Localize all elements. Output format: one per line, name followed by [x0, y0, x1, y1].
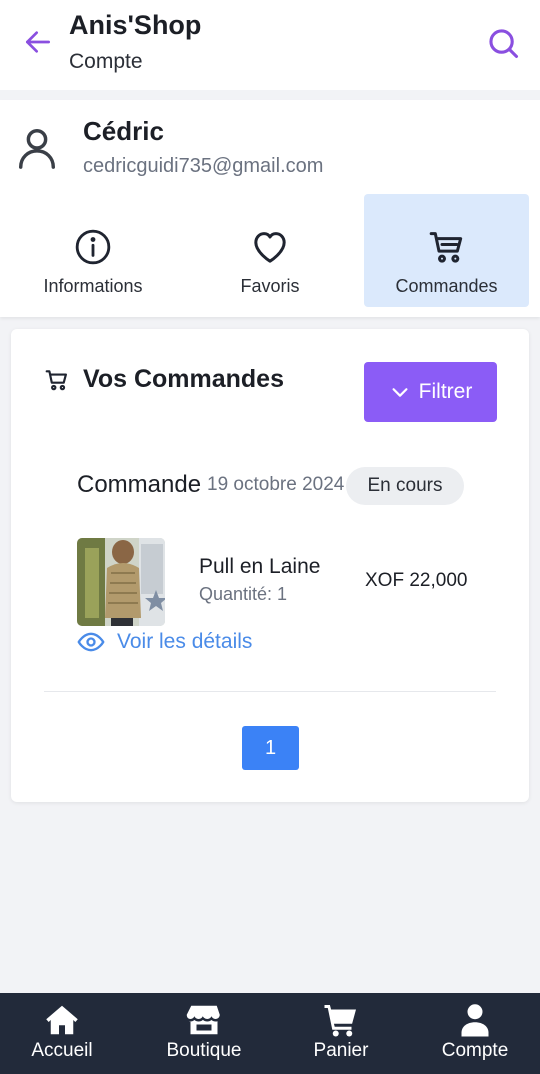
eye-icon — [77, 632, 105, 652]
home-icon — [46, 1005, 78, 1035]
tab-favoris[interactable]: Favoris — [186, 194, 354, 307]
user-icon — [18, 129, 56, 169]
view-details-link[interactable]: Voir les détails — [77, 628, 252, 656]
divider — [44, 691, 496, 692]
nav-item-panier[interactable]: Panier — [291, 993, 391, 1074]
orders-heading: Vos Commandes — [83, 365, 284, 393]
product-name: Pull en Laine — [199, 555, 321, 578]
product-quantity: Quantité: 1 — [199, 584, 288, 604]
search-icon[interactable] — [486, 26, 520, 60]
nav-item-boutique[interactable]: Boutique — [154, 993, 254, 1074]
filter-button[interactable]: Filtrer — [364, 362, 497, 422]
status-badge: En cours — [346, 467, 464, 505]
arrow-left-icon[interactable] — [22, 26, 54, 58]
store-icon — [186, 1005, 220, 1035]
chevron-down-icon — [392, 388, 408, 397]
bottom-navigation: Accueil Boutique Panier Compte — [0, 993, 540, 1074]
view-details-label: Voir les détails — [117, 630, 253, 653]
heart-icon — [254, 232, 286, 263]
tab-label: Favoris — [240, 276, 300, 296]
order-date: 19 octobre 2024 — [207, 474, 345, 495]
nav-label: Panier — [313, 1040, 369, 1061]
orders-card: Vos Commandes Filtrer Commande 19 octobr… — [11, 329, 529, 802]
tab-commandes[interactable]: Commandes — [364, 194, 529, 307]
page-subtitle: Compte — [69, 50, 143, 73]
profile-name: Cédric — [83, 116, 164, 146]
product-image[interactable] — [77, 538, 165, 626]
nav-item-accueil[interactable]: Accueil — [12, 993, 112, 1074]
product-price: XOF 22,000 — [365, 570, 468, 591]
account-tabs: Informations Favoris Commandes — [0, 194, 540, 307]
nav-label: Compte — [441, 1040, 509, 1061]
nav-item-compte[interactable]: Compte — [425, 993, 525, 1074]
cart-icon — [324, 1005, 356, 1037]
cart-icon — [45, 370, 67, 391]
user-icon — [461, 1004, 489, 1037]
order-label: Commande — [77, 471, 202, 498]
app-bar: Anis'Shop Compte — [0, 0, 540, 90]
profile-section: Cédric cedricguidi735@gmail.com Informat… — [0, 100, 540, 317]
tab-informations[interactable]: Informations — [0, 194, 186, 307]
cart-icon — [429, 232, 462, 263]
nav-label: Accueil — [31, 1040, 93, 1061]
app-title: Anis'Shop — [69, 10, 202, 40]
info-icon — [75, 229, 111, 265]
nav-label: Boutique — [166, 1040, 242, 1061]
filter-label: Filtrer — [418, 380, 473, 403]
profile-email: cedricguidi735@gmail.com — [83, 155, 324, 177]
tab-label: Informations — [43, 276, 143, 296]
tab-label: Commandes — [395, 276, 498, 296]
pagination-page-button[interactable]: 1 — [242, 726, 299, 770]
